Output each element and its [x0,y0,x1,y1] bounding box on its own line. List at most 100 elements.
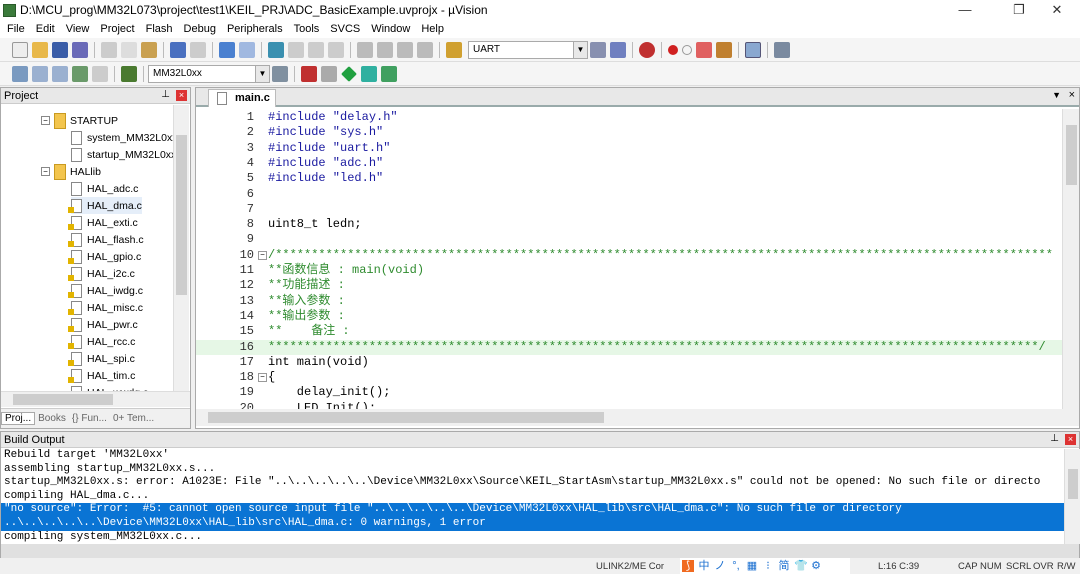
target-combo[interactable]: MM32L0xx ▼ [148,64,270,83]
build-error-line[interactable]: ..\..\..\..\..\Device\MM32L0xx\HAL_lib\s… [1,516,1065,531]
build-line[interactable]: compiling HAL_dma.c... [1,490,1065,504]
code-line[interactable]: 17 int main(void) [196,355,1062,370]
tree-file[interactable]: HAL_rcc.c [68,333,135,350]
code-line[interactable]: 16 **************************************… [196,339,1062,355]
code-line[interactable]: 5 #include "led.h" [196,171,1062,186]
collapse-icon[interactable]: − [41,167,50,176]
clear-bookmarks-icon[interactable] [328,41,344,58]
collapse-icon[interactable]: − [41,116,50,125]
ime-simplified-icon[interactable]: 简 [778,560,790,572]
run-time-environment-icon[interactable] [381,65,397,82]
menu-file[interactable]: File [7,23,25,35]
pack-installer-icon[interactable] [341,65,357,82]
minimize-button[interactable]: — [942,0,988,20]
file-extensions-icon[interactable] [321,65,337,82]
next-bookmark-icon[interactable] [308,41,324,58]
ime-skin-icon[interactable]: 👕 [794,560,808,572]
build-line[interactable]: Rebuild target 'MM32L0xx' [1,449,1065,463]
menu-peripherals[interactable]: Peripherals [227,23,283,35]
tree-file[interactable]: HAL_iwdg.c [68,282,143,299]
download-load-icon[interactable] [121,65,137,82]
fold-icon[interactable]: − [258,250,267,260]
find-in-files-icon[interactable] [446,41,462,58]
debug-session-icon[interactable] [639,41,655,58]
code-line[interactable]: 15 ** 备注 : [196,324,1062,339]
code-line[interactable]: 3 #include "uart.h" [196,141,1062,156]
build-hscrollbar[interactable] [1,544,1079,558]
manage-components-icon[interactable] [301,65,317,82]
code-line[interactable]: 9 [196,232,1062,247]
paste-icon[interactable] [141,41,157,58]
build-error-line[interactable]: "no source": Error: #5: cannot open sour… [1,503,1065,517]
tree-file[interactable]: startup_MM32L0xx [71,146,176,163]
chevron-down-icon[interactable]: ▼ [573,41,587,58]
menu-window[interactable]: Window [371,23,410,35]
build-line[interactable]: assembling startup_MM32L0xx.s... [1,463,1065,477]
back-icon[interactable] [219,41,235,58]
code-line[interactable]: 2 #include "sys.h" [196,125,1062,140]
code-line[interactable]: 12 **功能描述 : [196,278,1062,293]
code-line[interactable]: 19 delay_init(); [196,385,1062,400]
tab-books[interactable]: Books [35,413,69,424]
tab-templates[interactable]: 0+ Tem... [110,413,157,424]
find-combo[interactable]: UART ▼ [468,40,588,59]
menu-project[interactable]: Project [100,23,134,35]
build-line[interactable]: startup_MM32L0xx.s: error: A1023E: File … [1,476,1065,490]
pin-icon[interactable]: ⊥ [161,89,170,100]
tab-functions[interactable]: {} Fun... [69,413,110,424]
tab-project[interactable]: Proj... [1,412,36,425]
menu-tools[interactable]: Tools [294,23,320,35]
comment-icon[interactable] [397,41,413,58]
editor-vscrollbar[interactable] [1062,109,1079,411]
scroll-thumb[interactable] [1066,125,1077,185]
kill-breakpoints-icon[interactable] [696,41,712,58]
menu-view[interactable]: View [66,23,90,35]
tree-file[interactable]: system_MM32L0xx [71,129,177,146]
code-line[interactable]: 11 **函数信息 : main(void) [196,263,1062,278]
batch-build-icon[interactable] [72,65,88,82]
configure-wrench-icon[interactable] [774,41,790,58]
tree-file[interactable]: HAL_exti.c [68,214,138,231]
close-button[interactable]: ✕ [1034,0,1080,20]
code-line[interactable]: 8 uint8_t ledn; [196,217,1062,232]
tree-file[interactable]: HAL_adc.c [71,180,138,197]
ime-moon-icon[interactable]: ノ [714,560,726,572]
code-line[interactable]: 1 #include "delay.h" [196,110,1062,125]
tab-list-dropdown-icon[interactable]: ▼ [1052,90,1061,100]
cut-icon[interactable] [101,41,117,58]
tree-file[interactable]: HAL_misc.c [68,299,143,316]
new-file-icon[interactable] [12,41,28,58]
incremental-find-icon[interactable] [610,41,626,58]
build-icon[interactable] [32,65,48,82]
tree-file[interactable]: HAL_dma.c [68,197,142,214]
code-line[interactable]: 4 #include "adc.h" [196,156,1062,171]
stop-build-icon[interactable] [92,65,108,82]
kill-all-breakpoints-icon[interactable] [716,41,732,58]
tree-folder[interactable]: − HALlib [41,163,101,180]
ime-chinese-icon[interactable]: 中 [698,560,710,572]
tab-main-c[interactable]: main.c [208,89,276,107]
breakpoint-icon[interactable] [668,44,678,55]
menu-edit[interactable]: Edit [36,23,55,35]
tree-file[interactable]: HAL_pwr.c [68,316,138,333]
build-output-text[interactable]: Rebuild target 'MM32L0xx' assembling star… [1,449,1065,544]
menu-help[interactable]: Help [421,23,444,35]
build-vscrollbar[interactable] [1064,449,1080,544]
disable-breakpoint-icon[interactable] [682,44,692,55]
find-icon[interactable] [590,41,606,58]
scroll-thumb[interactable] [1068,469,1078,499]
code-line[interactable]: 7 [196,202,1062,217]
code-line[interactable]: 6 [196,187,1062,202]
project-hscrollbar[interactable] [1,391,190,407]
fold-icon[interactable]: − [258,373,267,383]
ime-dots-icon[interactable]: ⁝ [762,560,774,572]
close-icon[interactable]: × [1065,434,1076,445]
copy-icon[interactable] [121,41,137,58]
undo-icon[interactable] [170,41,186,58]
code-line[interactable]: 18−{ [196,370,1062,385]
close-icon[interactable]: × [176,90,187,101]
open-folder-icon[interactable] [32,41,48,58]
forward-icon[interactable] [239,41,255,58]
code-area[interactable]: 1 #include "delay.h" 2 #include "sys.h" 3 #in… [196,109,1062,411]
scroll-thumb[interactable] [13,394,113,405]
